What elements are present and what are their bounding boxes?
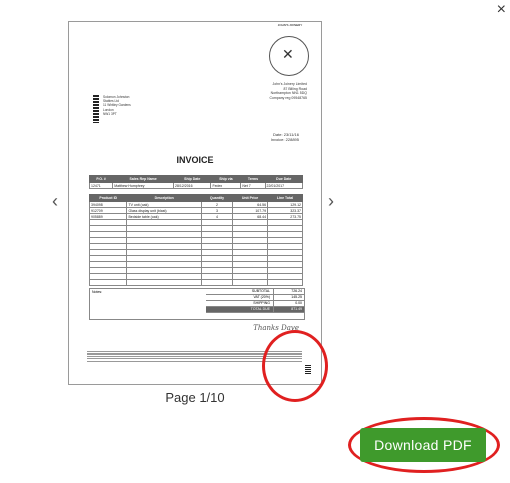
company-seal-logo: JOHN'S JOINERY xyxy=(269,23,309,76)
total-label: SUBTOTAL xyxy=(251,289,270,293)
item-header: Line Total xyxy=(267,194,303,202)
order-header: Ship Date xyxy=(173,175,212,183)
order-header: Due Date xyxy=(264,175,304,183)
invoice-number-label: Invoice: xyxy=(270,137,285,142)
order-header: Ship via xyxy=(210,175,242,183)
total-label: VAT (20%) xyxy=(253,295,270,299)
order-header: P.O. # xyxy=(88,175,114,183)
order-cell: Fedex xyxy=(210,182,242,189)
company-line: Company reg 09548765 xyxy=(269,95,307,100)
order-header: Sales Rep Name xyxy=(112,175,175,183)
totals-section: Notes: SUBTOTAL 726.24 VAT (20%) 145.25 SH… xyxy=(89,288,305,320)
invoice-title: INVOICE xyxy=(176,155,214,165)
order-header: Terms xyxy=(240,175,266,183)
order-cell: Net 7 xyxy=(240,182,266,189)
close-icon[interactable]: × xyxy=(497,2,506,18)
client-address: Solomon Johnston Stables Ltd 11 Whitley … xyxy=(103,95,163,116)
order-cell: 28/12/2016 xyxy=(173,182,212,189)
notes-label: Notes: xyxy=(92,290,103,294)
order-table: P.O. # Sales Rep Name Ship Date Ship via… xyxy=(88,175,304,189)
item-header: Quantity xyxy=(200,194,234,202)
invoice-preview: JOHN'S JOINERY John's Joinery Limited 87… xyxy=(68,21,322,385)
seal-text: JOHN'S JOINERY xyxy=(277,23,303,27)
next-page-arrow-icon[interactable]: › xyxy=(328,190,334,212)
invoice-number-value: 228895 xyxy=(285,137,299,142)
items-table: Product ID Description Quantity Unit Pri… xyxy=(88,194,303,286)
previous-page-arrow-icon[interactable]: ‹ xyxy=(52,190,58,212)
total-row: TOTAL DUE 871.49 xyxy=(206,307,304,313)
client-line: NW1 3PT xyxy=(103,111,117,116)
order-cell: 12471 xyxy=(88,182,114,189)
total-value: 726.24 xyxy=(273,289,304,294)
highlight-circle xyxy=(262,330,328,402)
item-header: Unit Price xyxy=(232,194,269,202)
item-header: Description xyxy=(126,194,202,202)
item-header: Product ID xyxy=(88,194,128,202)
order-cell: 22/01/2017 xyxy=(264,182,304,189)
order-cell: Matthew Humphrey xyxy=(112,182,175,189)
total-value: 0.00 xyxy=(273,301,304,306)
qr-code-icon xyxy=(93,95,99,123)
page-indicator: Page 1/10 xyxy=(165,390,225,405)
empty-row xyxy=(88,279,303,286)
total-label: SHIPPING xyxy=(253,301,270,305)
total-value: 145.25 xyxy=(273,295,304,300)
invoice-meta: Date: 23/11/16 Invoice: 228895 xyxy=(271,132,299,142)
download-pdf-button[interactable]: Download PDF xyxy=(360,428,486,462)
total-value: 871.49 xyxy=(273,307,304,312)
company-address: John's Joinery Limited 87 Billing Road N… xyxy=(237,82,307,100)
total-label: TOTAL DUE xyxy=(250,307,270,311)
totals-box: SUBTOTAL 726.24 VAT (20%) 145.25 SHIPPING 0… xyxy=(206,289,304,313)
